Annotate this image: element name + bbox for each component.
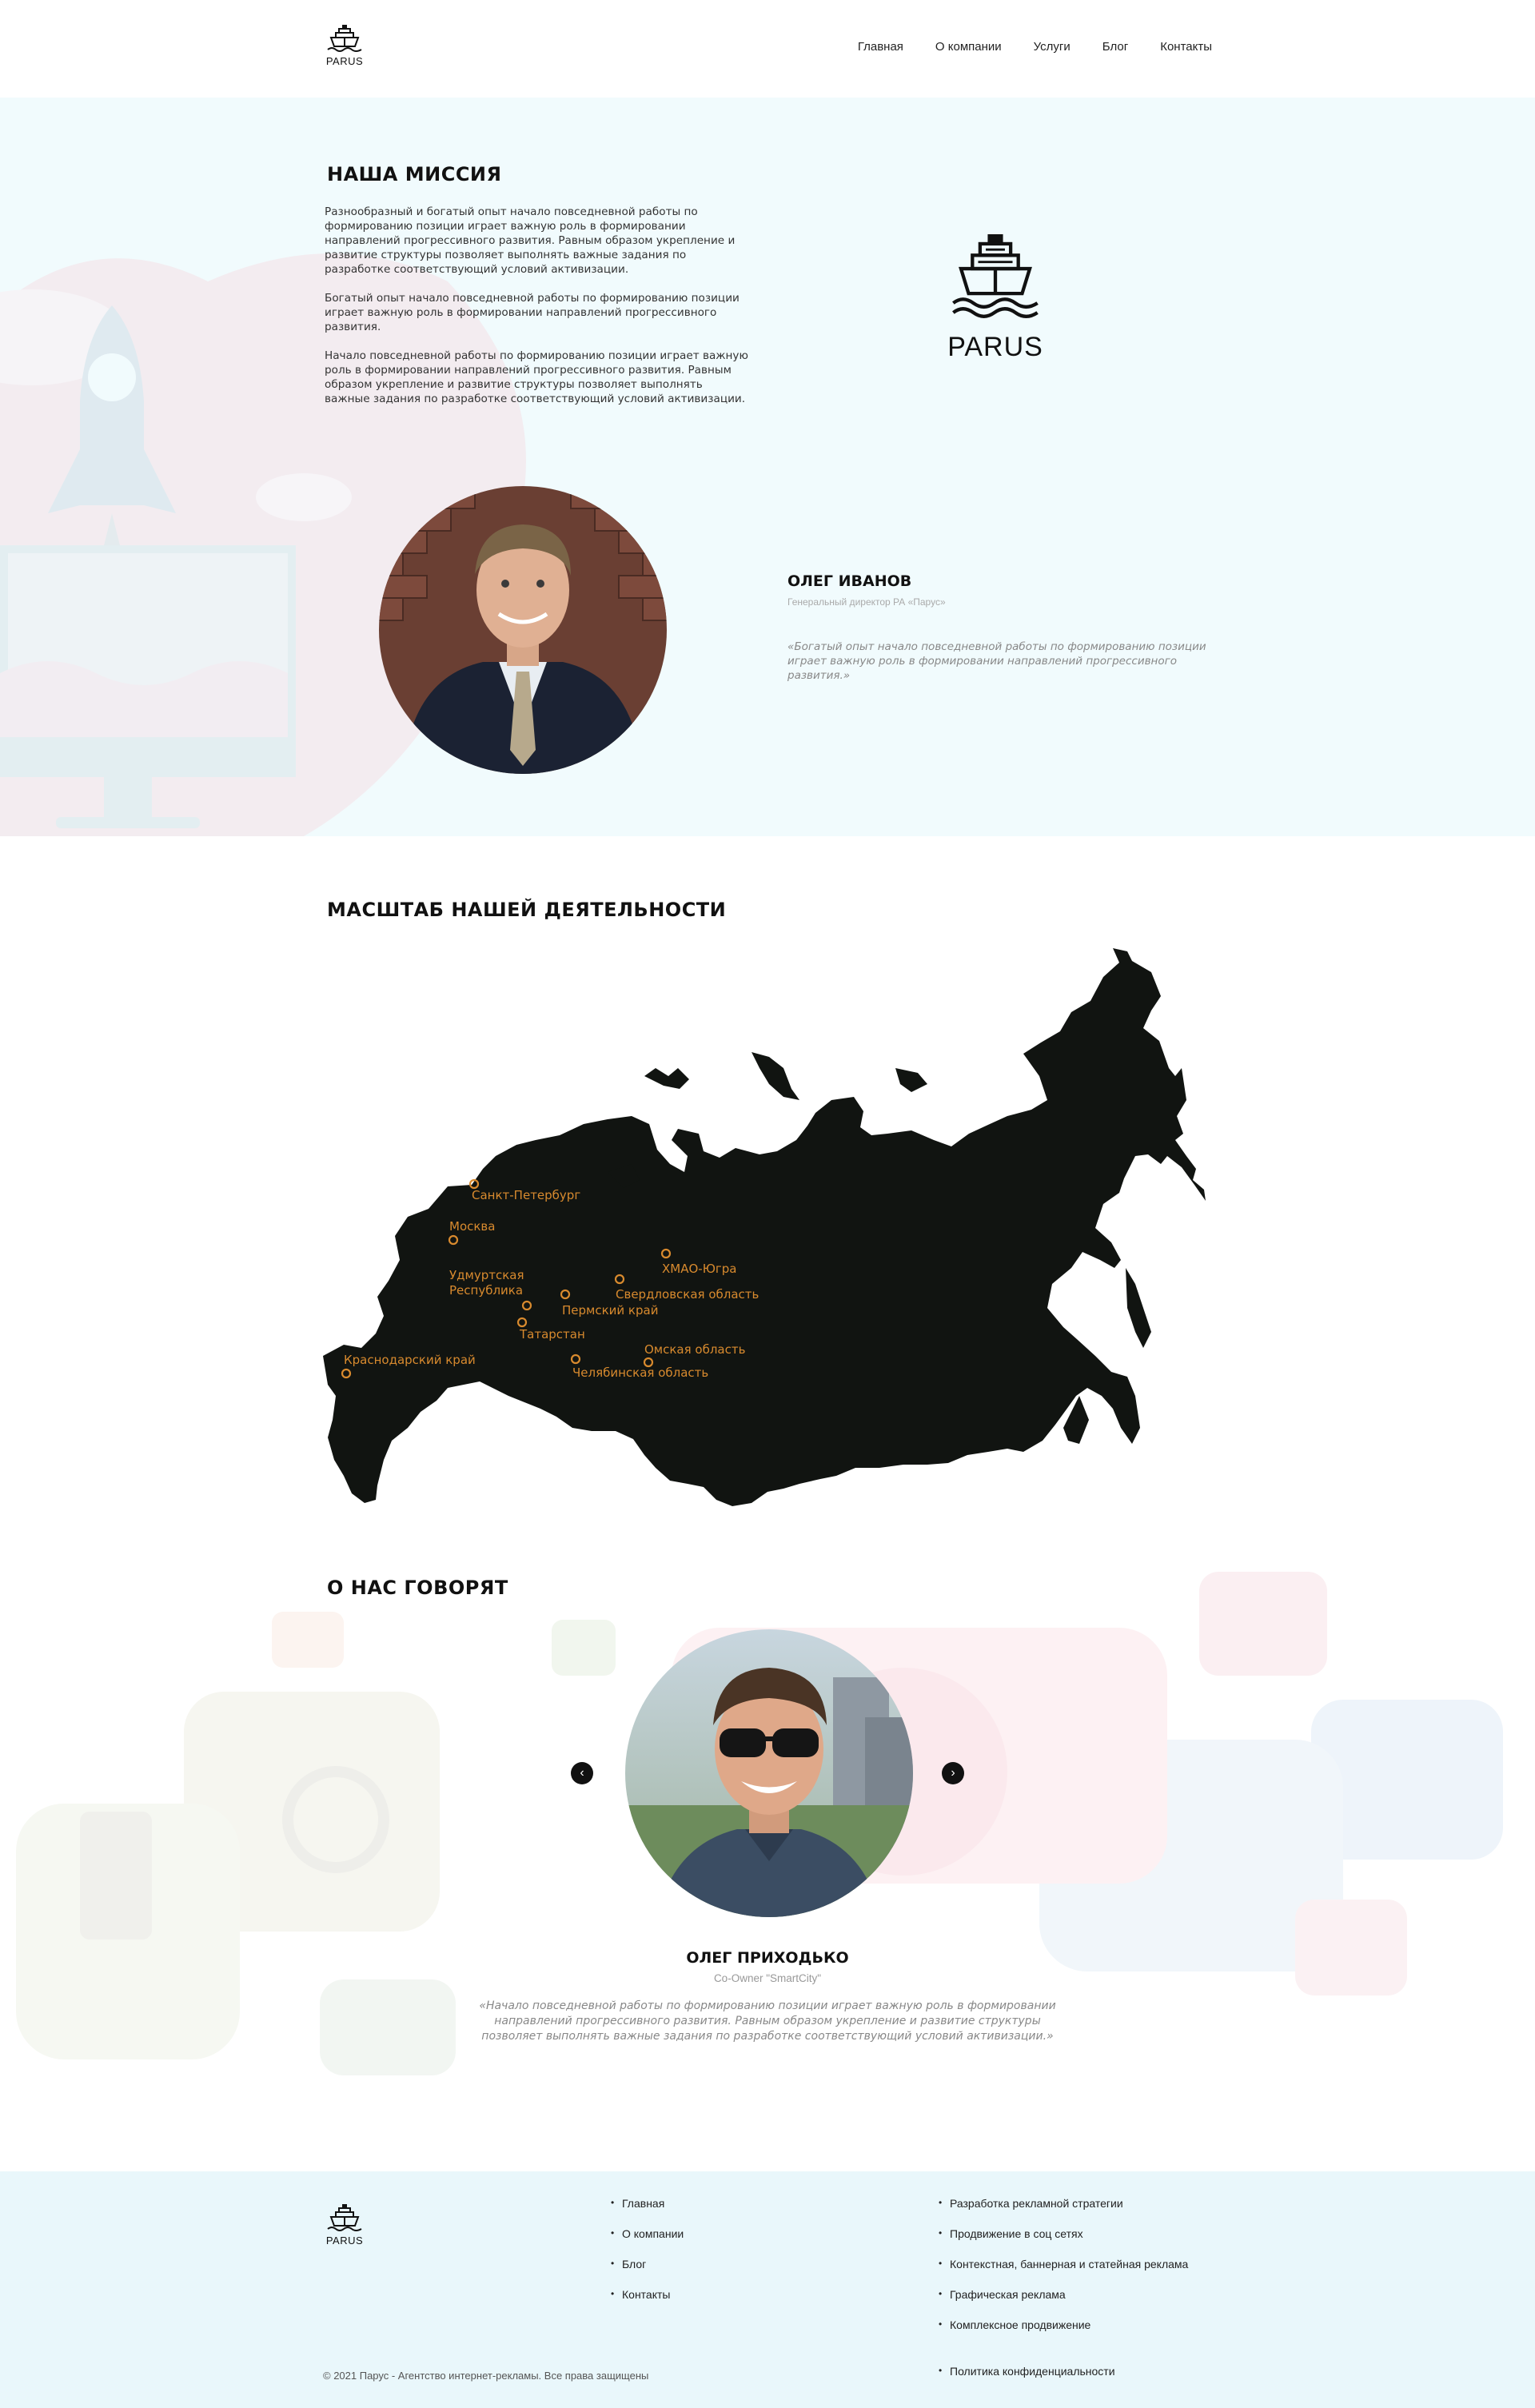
chevron-right-icon: › — [951, 1766, 955, 1780]
scale-section: МАСШТАБ НАШЕЙ ДЕЯТЕЛЬНОСТИ Санкт-Петербу… — [0, 836, 1535, 1532]
reviews-section: О НАС ГОВОРЯТ ‹ › ОЛЕГ ПРИХОДЬКО Co-Owne… — [0, 1532, 1535, 2171]
reviewer-photo — [625, 1629, 913, 1917]
rocket-background-illustration — [0, 253, 526, 836]
city-label: ХМАО-Югра — [662, 1262, 737, 1276]
logo-text: PARUS — [947, 332, 1043, 362]
mission-section: НАША МИССИЯ Разнообразный и богатый опыт… — [0, 98, 1535, 836]
mission-title: НАША МИССИЯ — [327, 163, 502, 185]
city-label: Москва — [449, 1219, 496, 1234]
site-footer: PARUS Главная О компании Блог Контакты Р… — [0, 2171, 1535, 2408]
footer-service-link[interactable]: Графическая реклама — [939, 2288, 1188, 2318]
carousel-next-button[interactable]: › — [942, 1762, 964, 1784]
footer-service-link[interactable]: Продвижение в соц сетях — [939, 2227, 1188, 2258]
copyright-text: © 2021 Парус - Агентство интернет-реклам… — [323, 2370, 649, 2382]
ceo-photo — [379, 486, 667, 774]
company-logo-large: PARUS — [927, 232, 1063, 363]
footer-services: Разработка рекламной стратегии Продвижен… — [939, 2197, 1188, 2349]
carousel-prev-button[interactable]: ‹ — [571, 1762, 593, 1784]
reviews-title: О НАС ГОВОРЯТ — [327, 1577, 508, 1599]
mission-paragraph: Богатый опыт начало повседневной работы … — [325, 292, 740, 333]
footer-logo[interactable]: PARUS — [323, 2203, 366, 2247]
reviewer-role: Co-Owner "SmartCity" — [713, 1972, 822, 1984]
main-nav: Главная О компании Услуги Блог Контакты — [826, 40, 1212, 54]
ship-icon — [327, 2204, 362, 2231]
ceo-role: Генеральный директор РА «Парус» — [787, 596, 946, 608]
nav-link-contacts[interactable]: Контакты — [1160, 40, 1212, 54]
city-label: Санкт-Петербург — [472, 1188, 581, 1202]
header-logo[interactable]: PARUS — [323, 24, 366, 67]
footer-link-blog[interactable]: Блог — [611, 2258, 684, 2288]
footer-link-home[interactable]: Главная — [611, 2197, 684, 2227]
footer-service-link[interactable]: Разработка рекламной стратегии — [939, 2197, 1188, 2227]
city-label: Татарстан — [520, 1327, 585, 1342]
city-label: Удмуртская Республика — [449, 1268, 524, 1298]
ship-icon — [327, 25, 362, 52]
city-label: Челябинская область — [572, 1365, 709, 1380]
footer-link-about[interactable]: О компании — [611, 2227, 684, 2258]
mission-paragraph: Разнообразный и богатый опыт начало повс… — [325, 205, 736, 276]
nav-link-services[interactable]: Услуги — [1034, 40, 1071, 54]
footer-service-link[interactable]: Комплексное продвижение — [939, 2318, 1188, 2349]
city-label: Краснодарский край — [344, 1353, 476, 1367]
ceo-quote: «Богатый опыт начало повседневной работы… — [787, 640, 1206, 682]
mission-text: Разнообразный и богатый опыт начало повс… — [325, 205, 748, 421]
footer-link-contacts[interactable]: Контакты — [611, 2288, 684, 2318]
nav-link-about[interactable]: О компании — [935, 40, 1002, 54]
nav-link-home[interactable]: Главная — [858, 40, 903, 54]
city-label: Пермский край — [562, 1303, 659, 1318]
nav-link-blog[interactable]: Блог — [1102, 40, 1128, 54]
reviewer-name: ОЛЕГ ПРИХОДЬКО — [686, 1949, 849, 1967]
logo-text: PARUS — [325, 2235, 364, 2247]
city-label: Свердловская область — [616, 1287, 760, 1302]
mission-paragraph: Начало повседневной работы по формирован… — [325, 349, 748, 405]
reviewer-quote: «Начало повседневной работы по формирова… — [479, 1999, 1056, 2043]
logo-text: PARUS — [325, 55, 364, 67]
site-header: PARUS Главная О компании Услуги Блог Кон… — [0, 0, 1535, 98]
city-label: Омская область — [644, 1342, 746, 1357]
ceo-name: ОЛЕГ ИВАНОВ — [787, 572, 912, 590]
russia-map — [323, 948, 1206, 1506]
footer-nav: Главная О компании Блог Контакты — [611, 2197, 684, 2318]
ship-icon — [952, 234, 1039, 318]
chevron-left-icon: ‹ — [580, 1766, 584, 1780]
footer-service-link[interactable]: Контекстная, баннерная и статейная рекла… — [939, 2258, 1188, 2288]
privacy-policy-link[interactable]: Политика конфиденциальности — [939, 2365, 1115, 2378]
